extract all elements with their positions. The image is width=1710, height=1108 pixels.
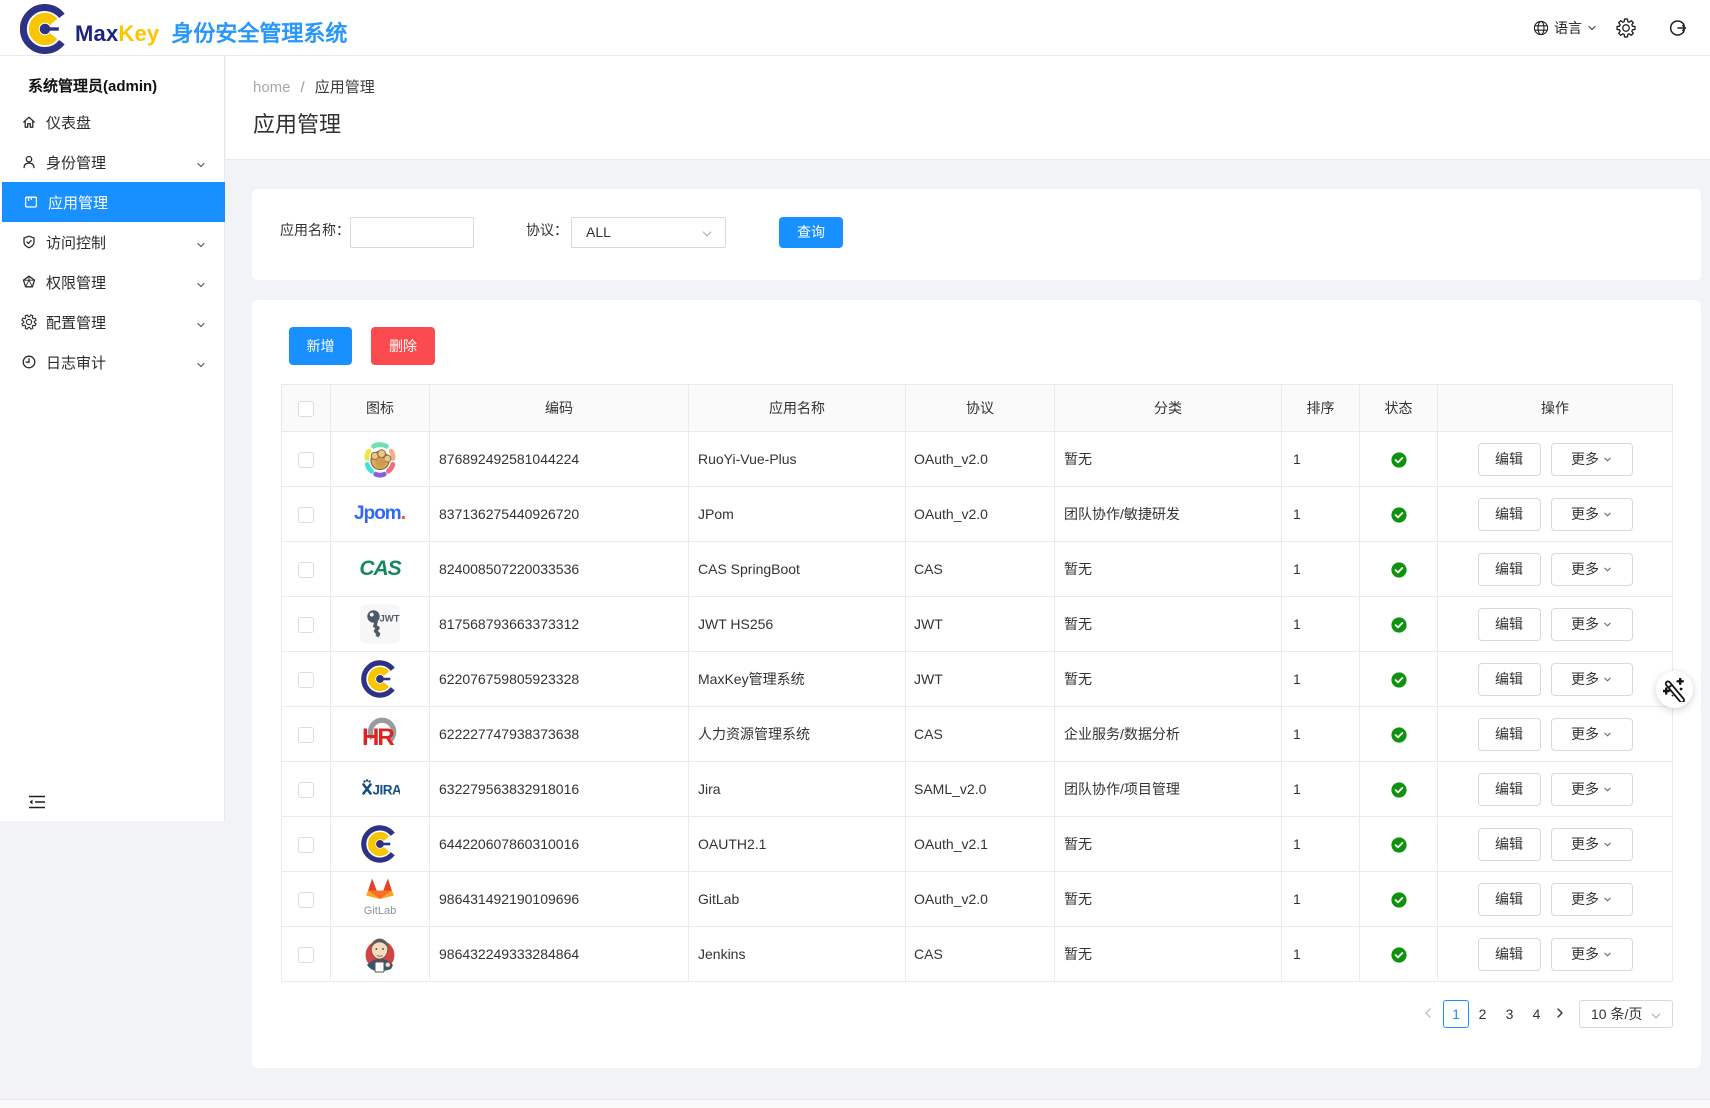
svg-text:GitLab: GitLab [364,905,396,917]
svg-text:JWT: JWT [380,614,400,625]
svg-text:JIRA: JIRA [373,783,401,798]
svg-text:HR: HR [362,724,394,751]
